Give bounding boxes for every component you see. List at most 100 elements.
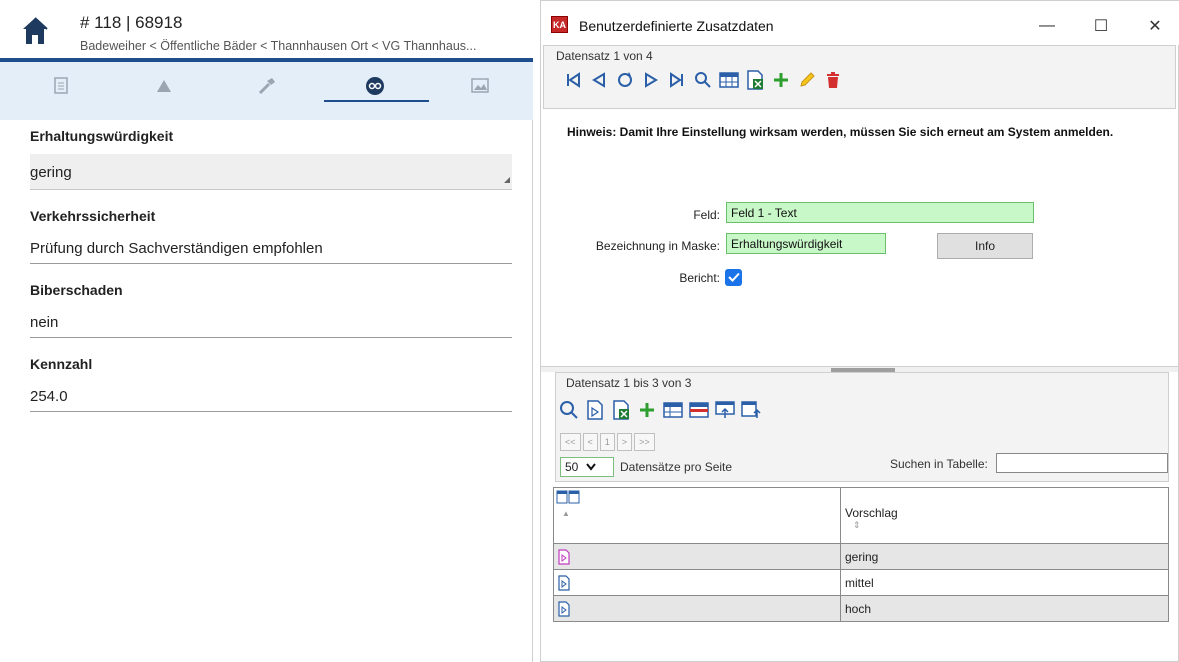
sort-up-icon: ▲ <box>562 509 570 518</box>
row-icon-cell[interactable] <box>553 595 841 622</box>
window-title: Benutzerdefinierte Zusatzdaten <box>579 18 774 34</box>
record-icon <box>558 600 572 617</box>
last-record-button[interactable] <box>666 70 688 94</box>
verkehrssicherheit-input[interactable]: Prüfung durch Sachverständigen empfohlen <box>30 234 512 264</box>
custom-data-icon <box>365 76 385 101</box>
plus-icon <box>772 71 790 94</box>
bezeichnung-label: Bezeichnung in Maske: <box>595 239 720 253</box>
tab-custom-data[interactable] <box>340 62 410 114</box>
table-red-icon <box>689 401 709 423</box>
tab-document[interactable] <box>26 62 96 114</box>
field-label: Erhaltungswürdigkeit <box>30 128 174 144</box>
tab-maintenance[interactable] <box>232 62 302 114</box>
next-page-button[interactable]: > <box>616 433 633 451</box>
refresh-icon <box>616 71 634 94</box>
field-erhaltungswuerdigkeit: Erhaltungswürdigkeit gering <box>30 128 512 190</box>
record-form: Erhaltungswürdigkeit gering Verkehrssich… <box>30 128 512 430</box>
list-add-button[interactable] <box>636 400 658 424</box>
field-label: Biberschaden <box>30 282 123 298</box>
last-page-button[interactable]: >> <box>634 433 655 451</box>
trash-icon <box>825 71 841 94</box>
home-icon[interactable] <box>22 16 48 46</box>
column-header-vorschlag[interactable]: Vorschlag ⇕ <box>840 487 1169 544</box>
record-title: # 118 | 68918 <box>80 13 183 32</box>
list-toolbar <box>558 398 766 426</box>
pagination: << < 1 > >> <box>560 433 657 451</box>
table-columns-icon <box>556 490 580 507</box>
page-number[interactable]: 1 <box>599 433 615 451</box>
add-record-button[interactable] <box>770 70 792 94</box>
per-page-select[interactable]: 50 <box>560 457 614 477</box>
first-record-button[interactable] <box>562 70 584 94</box>
table-row[interactable]: mittel <box>553 569 1169 596</box>
checkmark-icon <box>727 269 740 287</box>
table-search-input[interactable] <box>996 453 1168 473</box>
kennzahl-input[interactable]: 254.0 <box>30 382 512 412</box>
prev-page-button[interactable]: < <box>582 433 598 451</box>
info-button[interactable]: Info <box>937 233 1033 259</box>
record-header: # 118 | 68918 Badeweiher < Öffentliche B… <box>0 0 533 58</box>
tab-images[interactable] <box>445 62 515 114</box>
row-icon-header[interactable]: ▲ <box>553 487 841 544</box>
record-position-label: Datensatz 1 von 4 <box>556 49 653 63</box>
search-icon <box>559 400 579 425</box>
vorschlag-cell: hoch <box>840 595 1169 622</box>
last-icon <box>669 71 685 93</box>
vorschlag-cell: mittel <box>840 569 1169 596</box>
table-icon <box>719 71 739 93</box>
bezeichnung-input[interactable]: Erhaltungswürdigkeit <box>726 233 886 254</box>
table-upload-button[interactable] <box>740 400 762 424</box>
previous-record-button[interactable] <box>588 70 610 94</box>
field-verkehrssicherheit: Verkehrssicherheit Prüfung durch Sachver… <box>30 208 512 264</box>
per-page-label: Datensätze pro Seite <box>620 460 733 474</box>
window-titlebar: KA Benutzerdefinierte Zusatzdaten — ☐ ✕ <box>541 1 1179 45</box>
excel-export-button[interactable] <box>744 69 766 95</box>
refresh-button[interactable] <box>614 70 636 94</box>
record-toolbar-pane: Datensatz 1 von 4 <box>543 45 1176 109</box>
suggestions-table: ▲ Vorschlag ⇕ gering mittel hoch <box>553 487 1169 622</box>
bericht-label: Bericht: <box>679 271 720 285</box>
search-icon <box>694 71 712 94</box>
table-upload-icon <box>741 400 761 424</box>
row-icon-cell[interactable] <box>553 543 841 570</box>
bericht-checkbox[interactable] <box>725 269 742 286</box>
erhaltungswuerdigkeit-select[interactable]: gering <box>30 154 512 190</box>
record-breadcrumb: Badeweiher < Öffentliche Bäder < Thannha… <box>80 39 477 53</box>
app-logo-icon: KA <box>551 16 568 33</box>
table-settings-button[interactable] <box>662 400 684 424</box>
table-icon <box>663 401 683 423</box>
feld-input[interactable]: Feld 1 - Text <box>726 202 1034 223</box>
list-excel-export-button[interactable] <box>610 399 632 424</box>
first-icon <box>565 71 581 93</box>
open-record-button[interactable] <box>584 399 606 424</box>
first-page-button[interactable]: << <box>560 433 581 451</box>
field-label: Kennzahl <box>30 356 93 372</box>
list-toolbar-pane: Datensatz 1 bis 3 von 3 << < 1 > >> 50 D… <box>555 372 1169 482</box>
hint-message: Hinweis: Damit Ihre Einstellung wirksam … <box>567 125 1114 139</box>
list-search-button[interactable] <box>558 400 580 424</box>
table-import-button[interactable] <box>714 400 736 424</box>
table-filter-button[interactable] <box>688 400 710 424</box>
excel-export-icon <box>746 69 764 95</box>
edit-record-button[interactable] <box>796 70 818 94</box>
table-search-label: Suchen in Tabelle: <box>890 457 988 471</box>
table-view-button[interactable] <box>718 70 740 94</box>
row-icon-cell[interactable] <box>553 569 841 596</box>
image-icon <box>471 78 489 98</box>
next-record-button[interactable] <box>640 70 662 94</box>
maximize-button[interactable]: ☐ <box>1081 11 1121 41</box>
field-label: Verkehrssicherheit <box>30 208 156 224</box>
hammer-icon <box>257 77 277 100</box>
record-icon <box>558 548 572 565</box>
delete-record-button[interactable] <box>822 70 844 94</box>
tab-warning[interactable] <box>129 62 199 114</box>
close-button[interactable]: ✕ <box>1135 11 1175 41</box>
table-row[interactable]: hoch <box>553 595 1169 622</box>
per-page-value: 50 <box>565 460 579 474</box>
table-row[interactable]: gering <box>553 543 1169 570</box>
vorschlag-cell: gering <box>840 543 1169 570</box>
search-button[interactable] <box>692 70 714 94</box>
custom-data-dialog: KA Benutzerdefinierte Zusatzdaten — ☐ ✕ … <box>540 0 1179 662</box>
biberschaden-input[interactable]: nein <box>30 308 512 338</box>
minimize-button[interactable]: — <box>1027 11 1067 41</box>
